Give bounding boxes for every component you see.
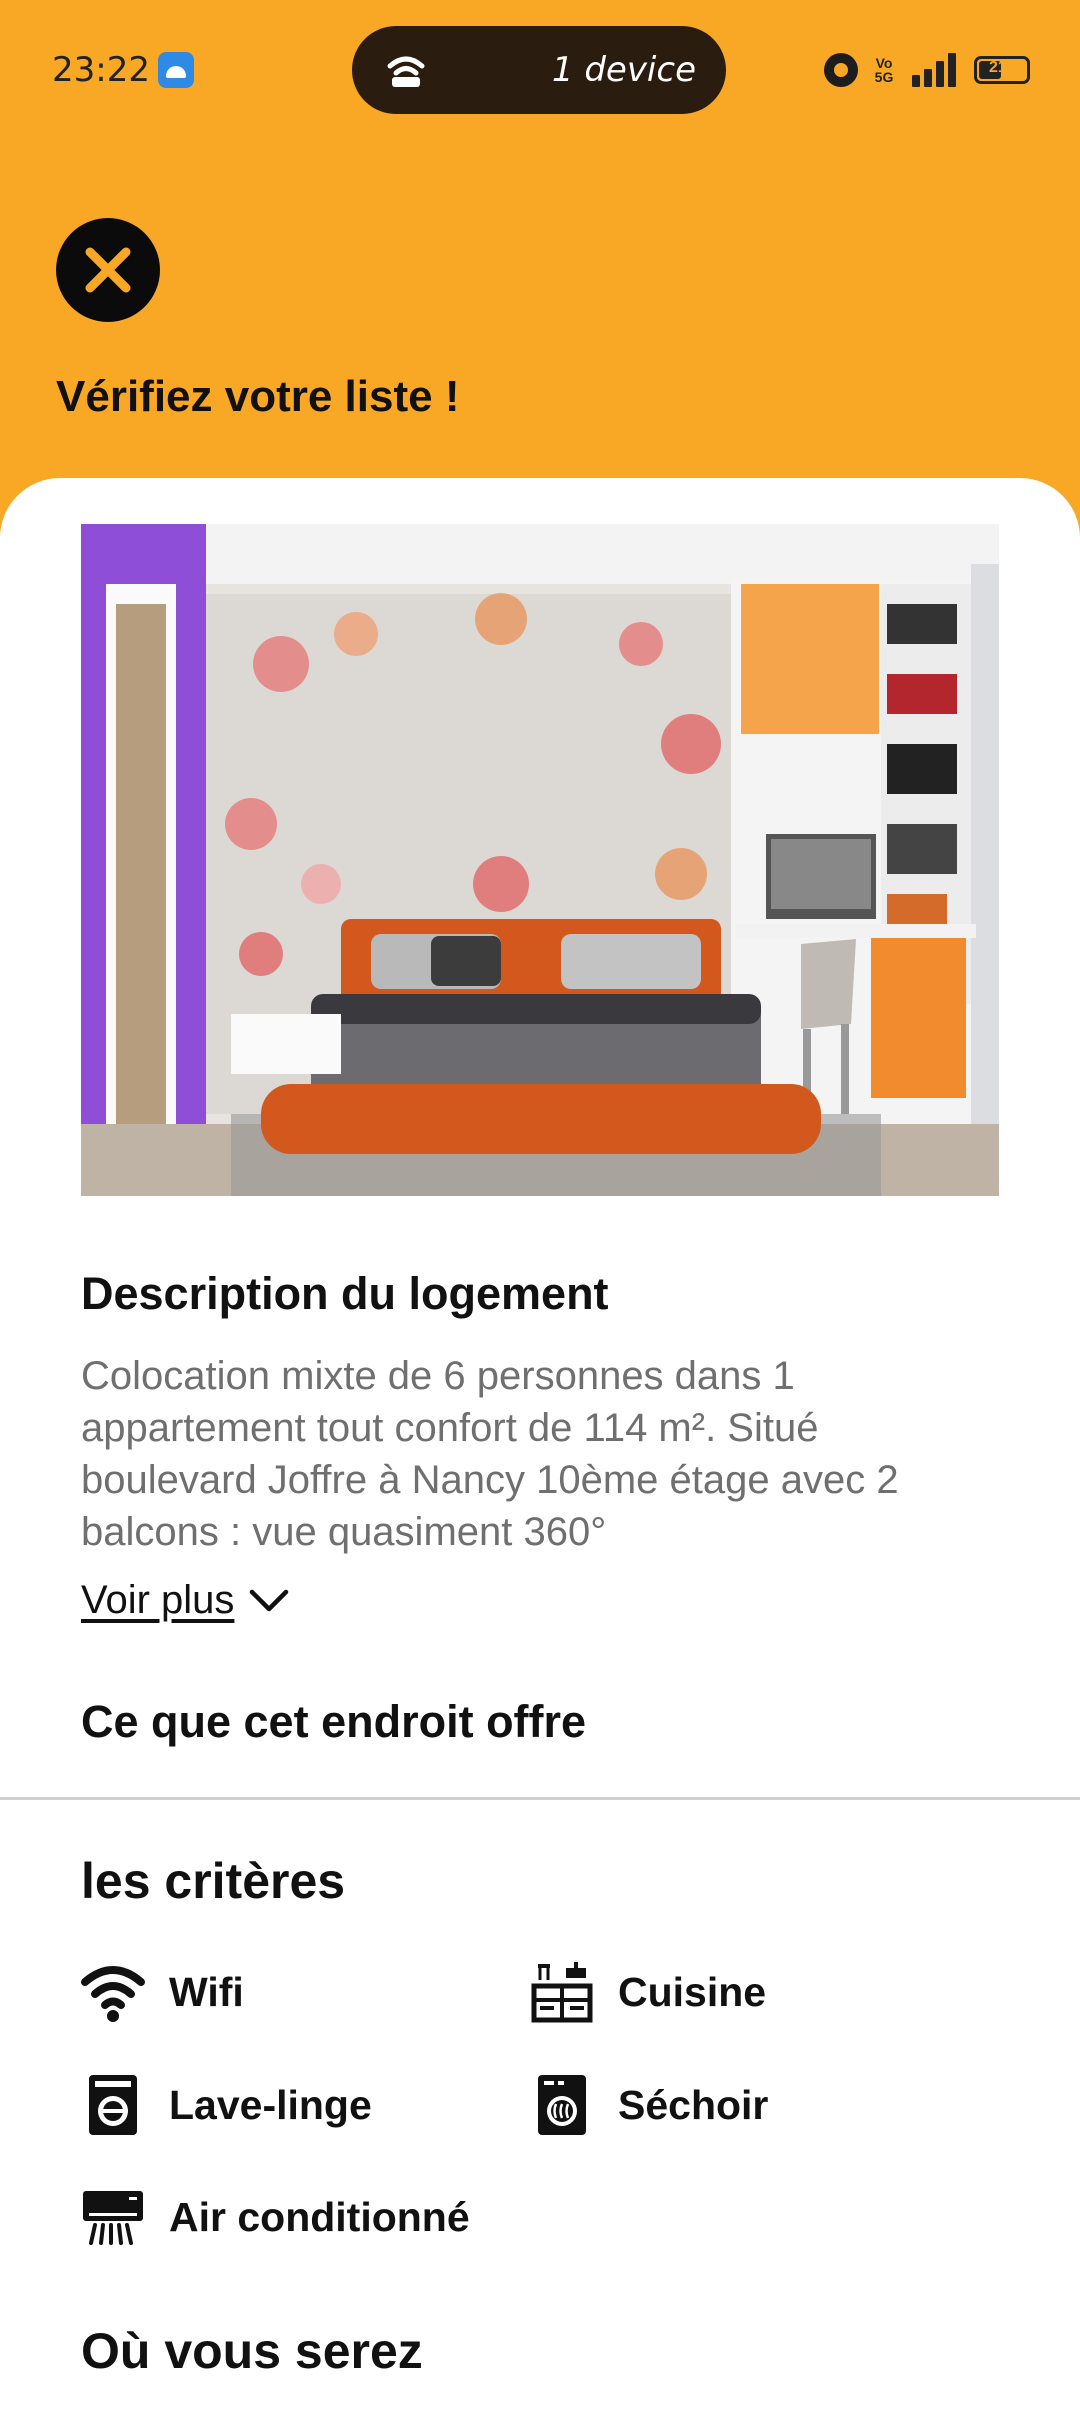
wifi-icon (81, 1960, 145, 2024)
description-title: Description du logement (81, 1268, 609, 1319)
criteria-label: Lave-linge (169, 2081, 372, 2128)
description-text: Colocation mixte de 6 personnes dans 1 a… (81, 1354, 899, 1554)
status-time: 23:22 (52, 50, 150, 90)
close-icon (85, 247, 131, 293)
criteria-item-wifi: Wifi (81, 1960, 244, 2024)
criteria-item-lave-linge: Lave-linge (81, 2073, 372, 2137)
see-more-label: Voir plus (81, 1578, 235, 1622)
hotspot-device-count: 1 device (551, 50, 696, 90)
kitchen-icon (530, 1960, 594, 2024)
battery-level: 21 (989, 59, 1007, 76)
volte-indicator: Vo 5G (874, 55, 894, 85)
criteria-label: Wifi (169, 1968, 244, 2015)
air-conditioner-icon (81, 2185, 145, 2249)
page-title: Vérifiez votre liste ! (56, 372, 460, 421)
alarm-icon (824, 53, 858, 87)
chevron-down-icon (250, 1589, 289, 1611)
status-icons: Vo 5G 21 (824, 48, 1030, 92)
location-title: Où vous serez (81, 2323, 423, 2379)
listing-photo[interactable] (81, 524, 999, 1196)
status-bar: 23:22 1 device Vo 5G 21 (0, 0, 1080, 140)
criteria-title: les critères (81, 1853, 346, 1909)
criteria-item-air-conditionne: Air conditionné (81, 2185, 470, 2249)
section-divider (0, 1797, 1080, 1800)
criteria-label: Air conditionné (169, 2193, 470, 2240)
hotspot-icon (387, 56, 425, 87)
hotspot-indicator[interactable]: 1 device (352, 26, 726, 114)
signal-icon (910, 53, 960, 87)
criteria-item-cuisine: Cuisine (530, 1960, 766, 2024)
dryer-icon (530, 2073, 594, 2137)
offers-title: Ce que cet endroit offre (81, 1696, 587, 1747)
see-more-link[interactable]: Voir plus (81, 1578, 290, 1623)
battery-icon: 21 (974, 56, 1030, 84)
criteria-label: Séchoir (618, 2081, 769, 2128)
bedroom-photo-icon (81, 524, 999, 1196)
close-button[interactable] (56, 218, 160, 322)
criteria-item-sechoir: Séchoir (530, 2073, 768, 2137)
android-notification-icon (158, 52, 194, 88)
washing-machine-icon (81, 2073, 145, 2137)
criteria-label: Cuisine (618, 1968, 767, 2015)
